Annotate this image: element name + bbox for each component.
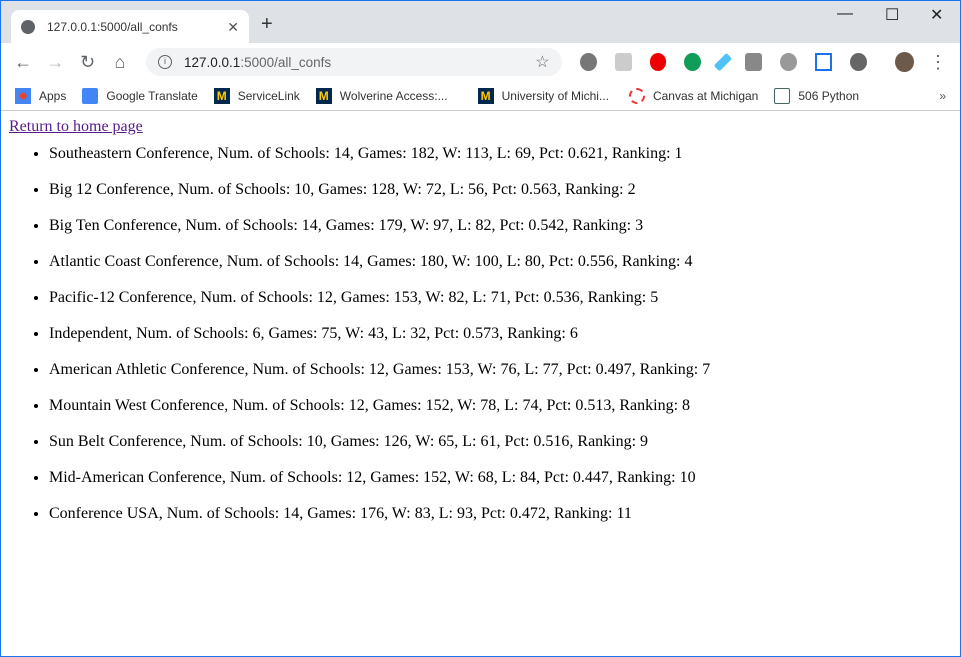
- address-bar[interactable]: i 127.0.0.1:5000/all_confs ☆: [146, 48, 562, 76]
- list-item: Conference USA, Num. of Schools: 14, Gam…: [49, 504, 952, 523]
- maximize-button[interactable]: ☐: [885, 5, 899, 25]
- list-item: American Athletic Conference, Num. of Sc…: [49, 360, 952, 379]
- list-item: Sun Belt Conference, Num. of Schools: 10…: [49, 432, 952, 451]
- python-book-icon: [774, 87, 791, 104]
- forward-button[interactable]: →: [41, 52, 69, 73]
- back-button[interactable]: ←: [9, 52, 37, 73]
- canvas-icon: [628, 87, 645, 104]
- list-item: Mountain West Conference, Num. of School…: [49, 396, 952, 415]
- close-window-button[interactable]: ✕: [930, 5, 943, 25]
- list-item: Big 12 Conference, Num. of Schools: 10, …: [49, 180, 952, 199]
- list-item: Southeastern Conference, Num. of Schools…: [49, 144, 952, 163]
- home-page-link[interactable]: Return to home page: [9, 118, 143, 135]
- bookmark-google-translate[interactable]: Google Translate: [82, 87, 198, 104]
- bookmark-label: Apps: [39, 88, 67, 103]
- extension-icon[interactable]: [579, 53, 597, 71]
- browser-tab[interactable]: 127.0.0.1:5000/all_confs ✕: [11, 10, 249, 44]
- more-bookmarks-icon[interactable]: »: [939, 89, 946, 103]
- bookmarks-bar: Apps Google Translate M ServiceLink M Wolv…: [1, 81, 960, 111]
- home-button[interactable]: ⌂: [106, 52, 134, 73]
- bookmark-label: University of Michi...: [501, 88, 609, 103]
- list-item: Atlantic Coast Conference, Num. of Schoo…: [49, 252, 952, 271]
- list-item: Pacific-12 Conference, Num. of Schools: …: [49, 288, 952, 307]
- gear-icon[interactable]: [779, 53, 797, 71]
- translate-icon: [82, 87, 99, 104]
- menu-icon[interactable]: ⋮: [924, 52, 952, 73]
- reload-button[interactable]: ↻: [74, 52, 102, 73]
- close-tab-icon[interactable]: ✕: [227, 19, 239, 36]
- hangouts-icon[interactable]: [684, 53, 702, 71]
- michigan-m-icon: M: [315, 87, 332, 104]
- new-tab-button[interactable]: +: [261, 13, 273, 36]
- conference-list: Southeastern Conference, Num. of Schools…: [9, 144, 952, 523]
- list-item: Big Ten Conference, Num. of Schools: 14,…: [49, 216, 952, 235]
- bookmark-star-icon[interactable]: ☆: [535, 52, 549, 72]
- globe-icon: [21, 20, 35, 34]
- url-host: 127.0.0.1: [184, 54, 241, 70]
- bookmark-label: Canvas at Michigan: [652, 88, 759, 103]
- bookmark-canvas[interactable]: Canvas at Michigan: [628, 87, 759, 104]
- url-path: :5000/all_confs: [240, 54, 332, 70]
- avatar[interactable]: [895, 52, 914, 72]
- minimize-button[interactable]: —: [837, 5, 853, 23]
- w-extension-icon[interactable]: [850, 53, 868, 71]
- michigan-m-icon: M: [213, 87, 230, 104]
- browser-toolbar: ← → ↻ ⌂ i 127.0.0.1:5000/all_confs ☆ ⋮: [1, 43, 960, 81]
- list-item: Mid-American Conference, Num. of Schools…: [49, 468, 952, 487]
- bookmark-wolverine-access[interactable]: M Wolverine Access:...: [315, 87, 448, 104]
- tab-title: 127.0.0.1:5000/all_confs: [47, 20, 178, 34]
- page-content: Return to home page Southeastern Confere…: [1, 111, 960, 547]
- bookmark-label: ServiceLink: [237, 88, 300, 103]
- extension-icon[interactable]: [614, 53, 632, 71]
- bookmark-506-python[interactable]: 506 Python: [774, 87, 860, 104]
- adblock-icon[interactable]: [649, 53, 667, 71]
- michigan-m-icon: M: [477, 87, 494, 104]
- triangle-icon[interactable]: [814, 53, 833, 71]
- list-item: Independent, Num. of Schools: 6, Games: …: [49, 324, 952, 343]
- info-icon[interactable]: i: [158, 55, 172, 69]
- highlighter-icon[interactable]: [714, 52, 733, 72]
- bookmark-label: 506 Python: [798, 88, 860, 103]
- camel-icon[interactable]: [744, 53, 762, 71]
- bookmark-servicelink[interactable]: M ServiceLink: [213, 87, 300, 104]
- bookmark-label: Google Translate: [106, 88, 198, 103]
- bookmark-apps[interactable]: Apps: [15, 87, 67, 104]
- bookmark-university-of-michigan[interactable]: M University of Michi...: [477, 87, 609, 104]
- title-bar: 127.0.0.1:5000/all_confs ✕ + — ☐ ✕: [1, 1, 960, 44]
- apps-grid-icon: [15, 87, 31, 104]
- bookmark-label: Wolverine Access:...: [339, 88, 448, 103]
